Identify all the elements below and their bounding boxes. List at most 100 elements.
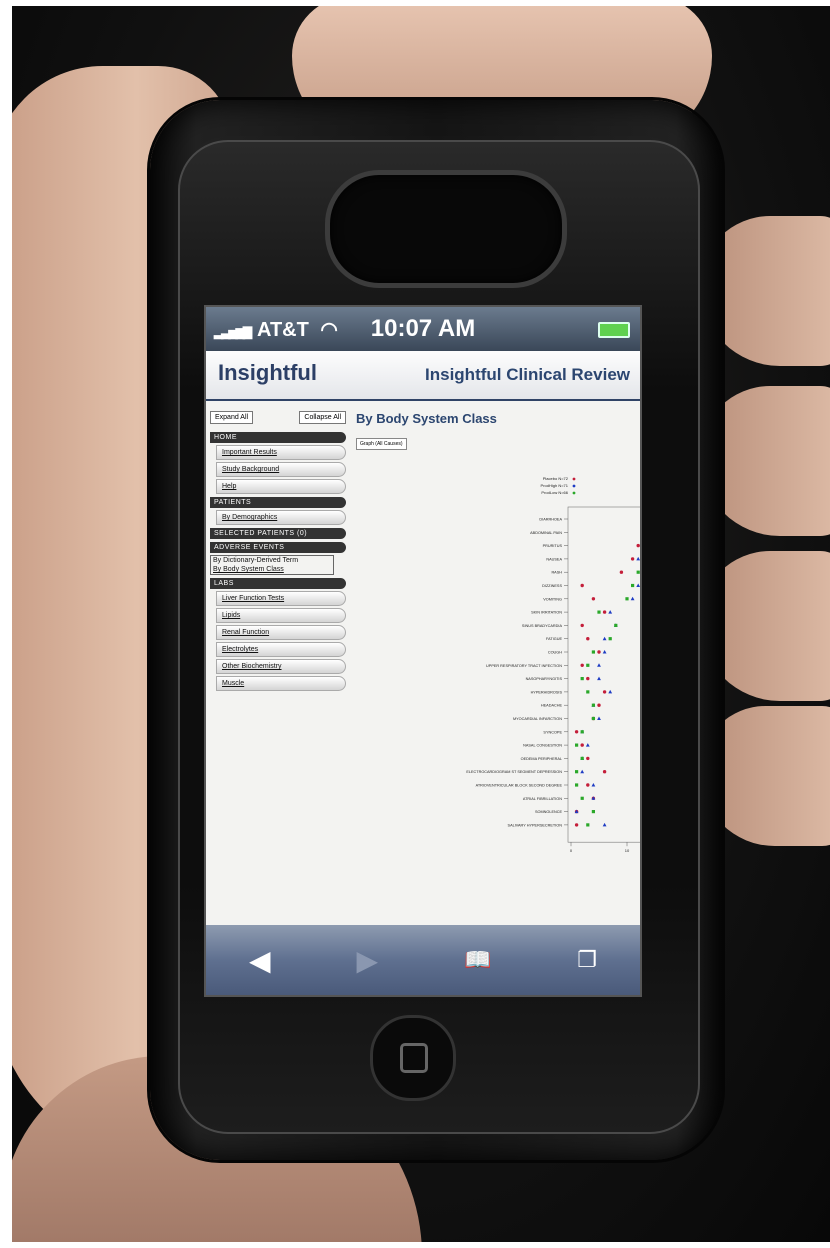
section-adverse-events[interactable]: ADVERSE EVENTS [210,542,346,553]
data-point [630,596,635,601]
data-point [597,663,601,667]
data-point [597,703,601,707]
category-label: OEDEMA PERIPHERAL [521,757,562,761]
data-point [614,623,618,627]
photo-frame: ▂▃▅▆▇ AT&T ◠ 10:07 AM Insightful Insight… [0,0,830,1248]
bookmarks-icon[interactable]: 📖 [464,947,491,973]
category-label: PRURITUS [543,544,563,548]
category-label: ABDOMINAL PAIN [530,531,562,535]
data-point [597,650,601,654]
data-point [580,623,584,628]
data-point [636,570,640,574]
data-point [586,783,590,787]
category-label: DIARRHOEA [539,518,562,522]
sidebar-item-electrolytes[interactable]: Electrolytes [216,642,346,657]
plot-frame [567,506,640,843]
category-label: ATRIOVENTRICULAR BLOCK SECOND DEGREE [476,784,563,788]
data-point [574,823,579,827]
data-point [586,676,590,681]
sidebar-item-important-results[interactable]: Important Results [216,445,346,460]
category-label: SYNCOPE [543,730,562,734]
data-point [580,743,584,747]
section-labs[interactable]: LABS [210,578,346,589]
adverse-events-list: By Dictionary-Derived Term By Body Syste… [210,555,334,575]
data-point [575,783,579,787]
home-button[interactable] [370,1015,456,1101]
data-point [602,822,607,827]
data-point [619,570,624,574]
data-point [602,650,607,654]
category-label: NAUSEA [546,557,562,561]
back-arrow-icon[interactable]: ◀ [249,944,271,977]
data-point [636,543,640,548]
data-point [591,810,595,814]
sidebar-item-dictionary-term[interactable]: By Dictionary-Derived Term [211,556,333,565]
data-point [591,703,595,707]
category-label: UPPER RESPIRATORY TRACT INFECTION [486,664,562,668]
data-point [580,796,584,800]
collapse-all-button[interactable]: Collapse All [299,411,346,424]
sidebar-item-renal-function[interactable]: Renal Function [216,625,346,640]
legend-marker [572,477,576,481]
expand-collapse-bar: Expand All Collapse All [210,411,346,424]
data-point [625,597,629,601]
app-logo[interactable]: Insightful [218,360,317,385]
sidebar-item-muscle[interactable]: Muscle [216,676,346,691]
data-point [586,823,590,827]
data-point [580,756,584,760]
data-point [597,676,601,681]
data-point [602,636,607,641]
battery-icon [598,322,630,338]
forward-arrow-icon[interactable]: ▶ [356,944,378,977]
data-point [586,637,590,641]
safari-toolbar: ◀ ▶ 📖 ❐ [206,925,640,995]
legend-label: ProdHigh N=71 [541,483,569,488]
data-point [575,743,579,747]
data-point [574,730,579,734]
sidebar-item-help[interactable]: Help [216,479,346,494]
data-point [591,650,595,654]
page-content: Expand All Collapse All HOME Important R… [206,401,640,921]
page-title: By Body System Class [356,411,497,426]
category-label: COUGH [548,651,562,655]
category-label: ELECTROCARDIOGRAM ST SEGMENT DEPRESSION [466,770,562,774]
app-title: Insightful Clinical Review [425,365,630,384]
category-label: NASOPHARYNGITIS [526,677,563,681]
category-label: ATRIAL FIBRILLATION [523,797,562,801]
data-point [591,783,596,787]
sidebar-item-by-demographics[interactable]: By Demographics [216,510,346,525]
pages-icon[interactable]: ❐ [577,947,597,973]
chart-svg: Placebo N=72 ProdHigh N=71 ProdLow N=66 DIA… [466,476,640,853]
section-home[interactable]: HOME [210,432,346,443]
data-point [586,663,590,667]
adverse-events-chart: Placebo N=72 ProdHigh N=71 ProdLow N=66 DIA… [356,461,640,881]
phone-screen: ▂▃▅▆▇ AT&T ◠ 10:07 AM Insightful Insight… [204,305,642,997]
section-patients[interactable]: PATIENTS [210,497,346,508]
data-point [580,663,584,667]
data-point [602,610,607,614]
section-selected-patients[interactable]: SELECTED PATIENTS (0) [210,528,346,539]
category-label: DIZZINESS [542,584,562,588]
legend-label: Placebo N=72 [543,476,569,481]
data-point [636,583,640,587]
data-point [591,597,596,601]
sidebar-item-liver-function[interactable]: Liver Function Tests [216,591,346,606]
x-tick-label: 0 [570,848,573,853]
category-label: SINUS BRADYCARDIA [522,624,563,628]
data-point [580,677,584,681]
status-time: 10:07 AM [370,315,476,342]
expand-all-button[interactable]: Expand All [210,411,254,424]
sidebar-item-other-biochemistry[interactable]: Other Biochemistry [216,659,346,674]
data-point [597,716,601,720]
sidebar-item-lipids[interactable]: Lipids [216,608,346,623]
data-point [580,769,585,774]
x-tick-label: 10 [625,848,630,853]
sidebar-item-study-background[interactable]: Study Background [216,462,346,477]
category-label: FATIGUE [546,637,562,641]
data-point [602,690,607,694]
data-point [608,689,613,694]
home-square-icon [400,1043,428,1073]
graph-causes-dropdown[interactable]: Graph (All Causes) [356,438,407,450]
sidebar-item-body-system-class[interactable]: By Body System Class [211,565,333,574]
legend-label: ProdLow N=66 [541,490,568,495]
